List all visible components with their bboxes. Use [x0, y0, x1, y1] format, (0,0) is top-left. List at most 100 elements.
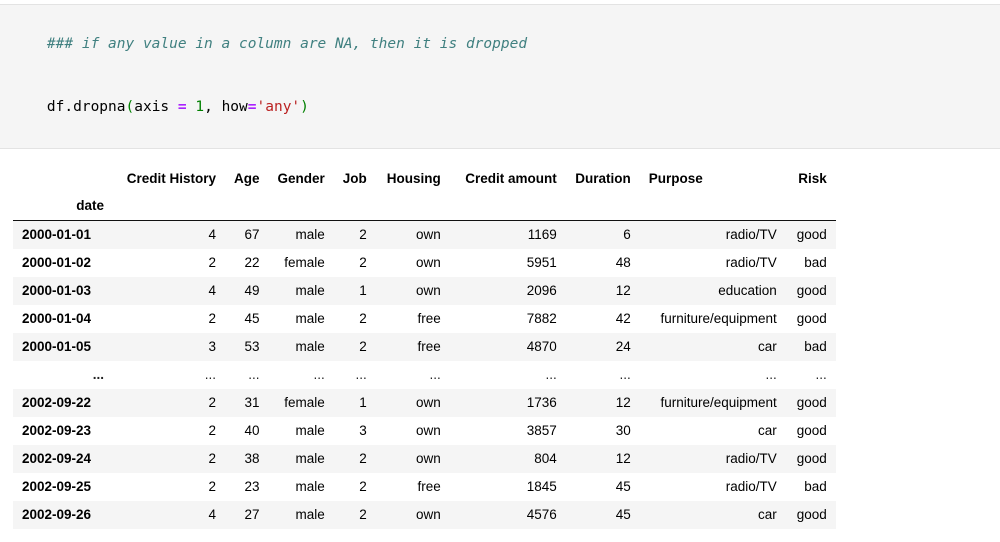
- cell-job: 2: [359, 451, 367, 466]
- cell-duration: 12: [615, 283, 631, 298]
- table-row: 2000-01-03 4 49 male 1 own 2096 12 education good: [13, 277, 836, 305]
- row-index-cell: 2000-01-02: [22, 255, 92, 270]
- cell-credit-history: 2: [208, 311, 216, 326]
- cell-age: 27: [244, 507, 260, 522]
- cell-credit-amount: 1845: [526, 479, 557, 494]
- column-header-housing: Housing: [386, 171, 441, 186]
- table-row: 2000-01-05 3 53 male 2 free 4870 24 car bad: [13, 333, 836, 361]
- row-index-cell: 2002-09-23: [22, 423, 92, 438]
- cell-age: ...: [248, 367, 260, 382]
- cell-credit-history: 2: [208, 451, 216, 466]
- cell-gender: male: [295, 283, 325, 298]
- row-index-cell: 2002-09-22: [22, 395, 92, 410]
- cell-credit-history: 2: [208, 395, 216, 410]
- cell-credit-amount: 1736: [526, 395, 557, 410]
- cell-duration: 48: [615, 255, 631, 270]
- code-equals-1: =: [177, 99, 187, 115]
- code-line-comment: ### if any value in a column are NA, the…: [12, 13, 1000, 76]
- dataframe-header: Credit History Age Gender Job Housing Cr…: [13, 167, 836, 221]
- cell-job: 2: [359, 311, 367, 326]
- row-index-cell: 2002-09-26: [22, 507, 92, 522]
- code-comma: ,: [204, 99, 222, 115]
- cell-purpose: ...: [765, 367, 777, 382]
- row-index-cell: 2000-01-04: [22, 311, 92, 326]
- cell-risk: good: [796, 451, 827, 466]
- cell-credit-history: ...: [204, 367, 216, 382]
- column-header-risk: Risk: [798, 171, 827, 186]
- code-line-statement: df.dropna(axis = 1, how='any'): [12, 76, 1000, 139]
- table-row: 2002-09-26 4 27 male 2 own 4576 45 car good: [13, 501, 836, 529]
- cell-housing: own: [416, 255, 441, 270]
- code-arg-how-value: 'any': [256, 99, 301, 115]
- header-row-columns: Credit History Age Gender Job Housing Cr…: [13, 167, 836, 191]
- table-row: 2002-09-24 2 38 male 2 own 804 12 radio/TV good: [13, 445, 836, 473]
- row-index-cell: 2002-09-24: [22, 451, 92, 466]
- cell-duration: 6: [623, 227, 631, 242]
- cell-credit-amount: 5951: [526, 255, 557, 270]
- row-index-cell: 2000-01-05: [22, 339, 92, 354]
- dataframe-table: Credit History Age Gender Job Housing Cr…: [13, 167, 836, 529]
- cell-risk: good: [796, 227, 827, 242]
- cell-job: 2: [359, 339, 367, 354]
- code-cell[interactable]: ### if any value in a column are NA, the…: [0, 4, 1000, 149]
- cell-duration: 42: [615, 311, 631, 326]
- cell-purpose: radio/TV: [725, 479, 777, 494]
- index-name-filler-6: [449, 191, 566, 221]
- cell-duration: 30: [615, 423, 631, 438]
- index-name-label: date: [13, 191, 113, 221]
- row-index-cell: 2000-01-01: [22, 227, 92, 242]
- cell-risk: good: [796, 283, 827, 298]
- cell-housing: own: [416, 451, 441, 466]
- cell-purpose: radio/TV: [725, 227, 777, 242]
- cell-credit-history: 4: [208, 283, 216, 298]
- cell-risk: good: [796, 311, 827, 326]
- cell-risk: bad: [804, 479, 827, 494]
- cell-job: 2: [359, 507, 367, 522]
- cell-credit-history: 2: [208, 423, 216, 438]
- cell-purpose: furniture/equipment: [660, 395, 777, 410]
- column-header-credit-amount: Credit amount: [465, 171, 557, 186]
- cell-job: 2: [359, 479, 367, 494]
- cell-housing: own: [416, 227, 441, 242]
- cell-age: 31: [244, 395, 260, 410]
- cell-risk: ...: [815, 367, 827, 382]
- cell-duration: 45: [615, 479, 631, 494]
- cell-purpose: car: [758, 507, 777, 522]
- dataframe-shape-text: 1000 rows × 9 columns: [13, 529, 1000, 542]
- column-header-job: Job: [342, 171, 367, 186]
- cell-risk: good: [796, 395, 827, 410]
- cell-job: 1: [359, 395, 367, 410]
- index-name-filler-2: [225, 191, 269, 221]
- cell-risk: bad: [804, 339, 827, 354]
- row-index-cell: 2002-09-25: [22, 479, 92, 494]
- table-row: 2002-09-25 2 23 male 2 free 1845 45 radio/TV bad: [13, 473, 836, 501]
- column-header-age: Age: [234, 171, 260, 186]
- cell-gender: male: [295, 227, 325, 242]
- cell-credit-amount: 4870: [526, 339, 557, 354]
- cell-housing: ...: [429, 367, 441, 382]
- index-name-filler-3: [268, 191, 334, 221]
- cell-duration: 12: [615, 395, 631, 410]
- cell-gender: male: [295, 479, 325, 494]
- column-header-duration: Duration: [575, 171, 631, 186]
- cell-gender: ...: [313, 367, 325, 382]
- cell-purpose: car: [758, 339, 777, 354]
- header-corner-blank: [13, 167, 113, 191]
- code-equals-2: =: [247, 99, 257, 115]
- column-header-credit-history: Credit History: [126, 171, 216, 186]
- dataframe-body: 2000-01-01 4 67 male 2 own 1169 6 radio/TV good 20…: [13, 220, 836, 529]
- cell-duration: ...: [619, 367, 631, 382]
- table-row: 2000-01-01 4 67 male 2 own 1169 6 radio/TV good: [13, 220, 836, 249]
- code-open-paren: (: [125, 99, 135, 115]
- cell-duration: 24: [615, 339, 631, 354]
- cell-risk: good: [796, 423, 827, 438]
- table-row: 2002-09-22 2 31 female 1 own 1736 12 furniture/e…: [13, 389, 836, 417]
- cell-gender: male: [295, 507, 325, 522]
- code-close-paren: ): [300, 99, 309, 115]
- code-comment-token: ### if any value in a column are NA, the…: [46, 36, 528, 52]
- cell-credit-amount: ...: [545, 367, 557, 382]
- cell-credit-history: 2: [208, 255, 216, 270]
- cell-housing: own: [416, 507, 441, 522]
- cell-credit-amount: 804: [534, 451, 557, 466]
- cell-purpose: radio/TV: [725, 255, 777, 270]
